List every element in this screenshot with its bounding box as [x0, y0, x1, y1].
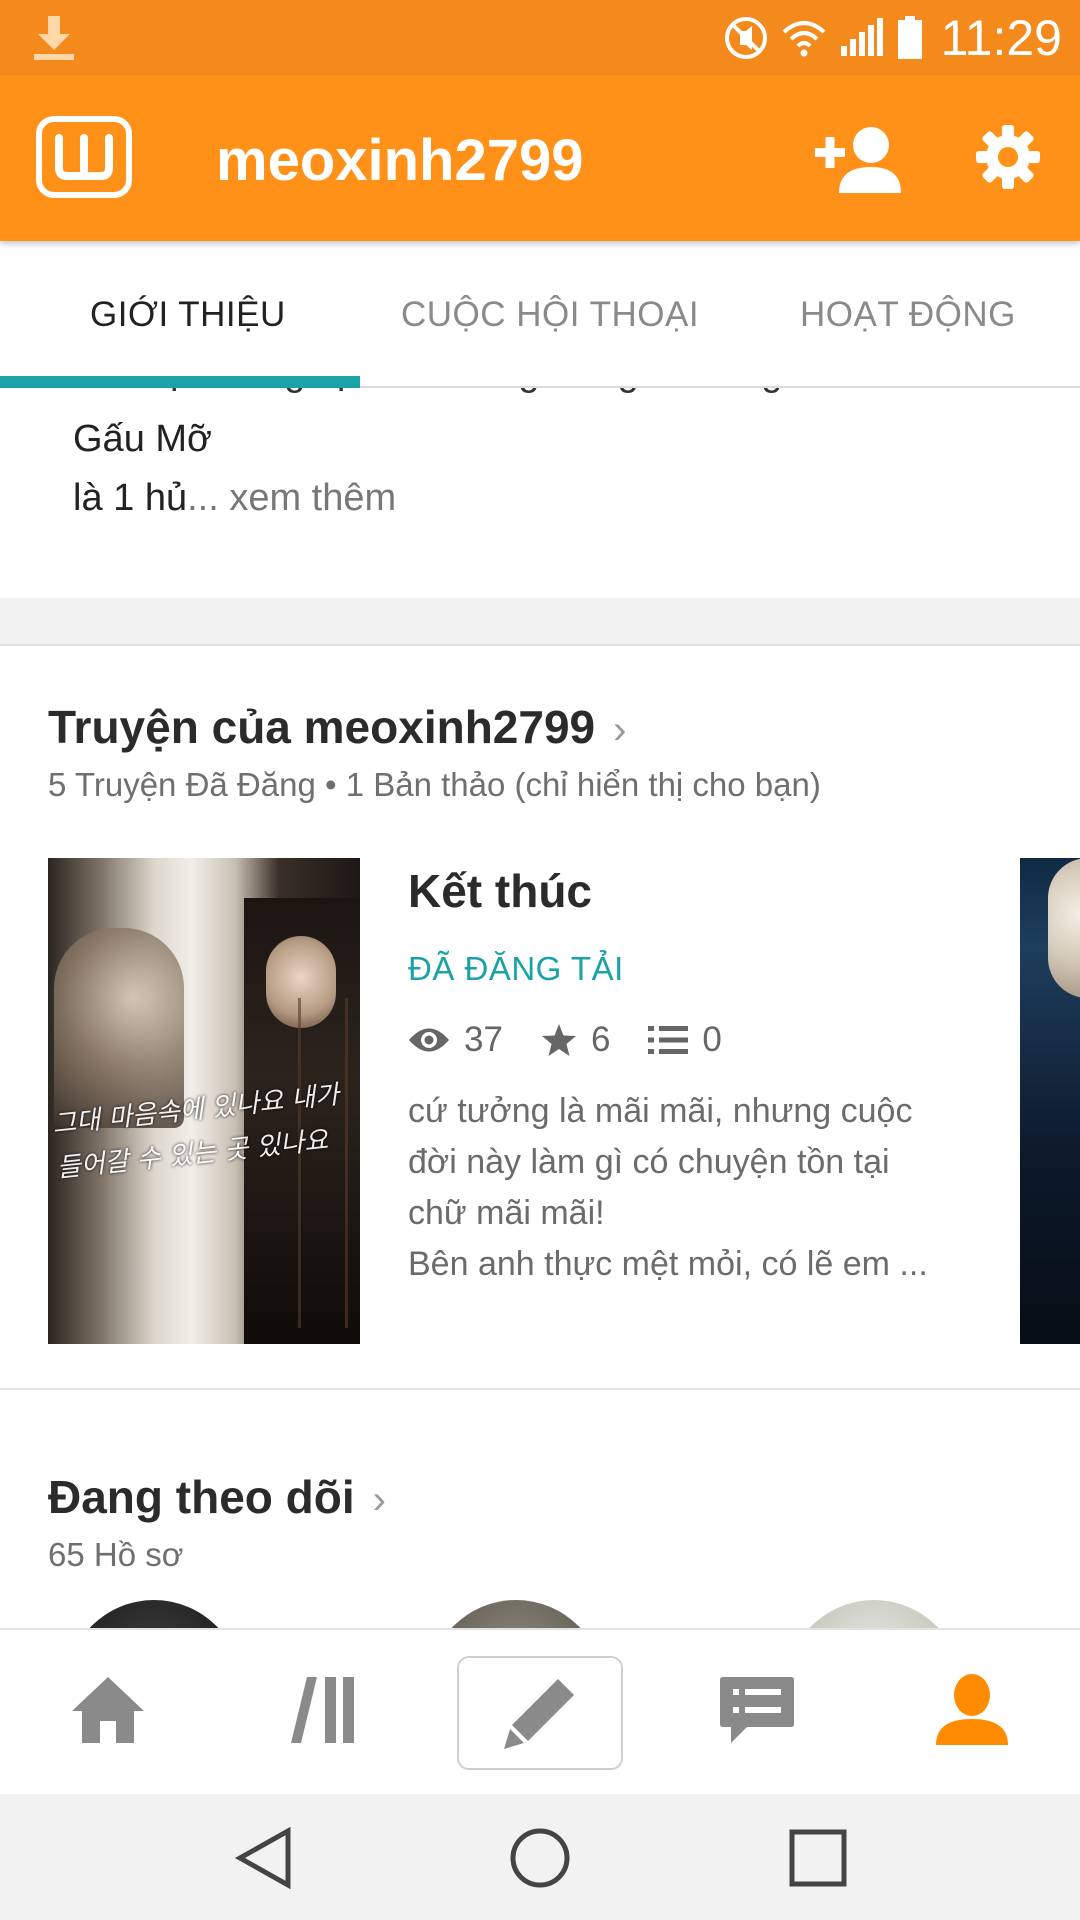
description-line: chữ mãi mãi! [408, 1194, 605, 1232]
tab-conversations[interactable]: CUỘC HỘI THOẠI [401, 295, 699, 335]
library-icon [291, 1677, 354, 1743]
parts-stat: 0 [648, 1020, 722, 1060]
back-triangle-icon [234, 1827, 291, 1889]
parts-count: 0 [702, 1020, 722, 1059]
story-description: cứ tưởng là mãi mãi, nhưng cuộc đời này … [408, 1086, 948, 1290]
cover-face [1048, 858, 1080, 998]
about-text-fragment: là 1 hủ [73, 477, 188, 519]
avatar[interactable] [428, 1600, 604, 1628]
recents-square-icon [789, 1829, 847, 1887]
wifi-icon [782, 21, 825, 57]
tab-about[interactable]: GIỚI THIỆU [90, 295, 286, 335]
profile-username: meoxinh2799 [216, 128, 584, 193]
recents-button[interactable] [780, 1820, 856, 1896]
following-title: Đang theo dõi [48, 1471, 355, 1523]
description-line: Bên anh thực mệt mỏi, có lẽ em ... [408, 1245, 928, 1283]
stories-section: Truyện của meoxinh2799 › 5 Truyện Đã Đăng… [0, 648, 1080, 1390]
story-stats: 37 6 0 [408, 1020, 760, 1060]
nav-write[interactable] [457, 1656, 623, 1770]
wattpad-logo[interactable] [36, 116, 132, 198]
mute-icon [724, 17, 767, 59]
reads-count: 37 [464, 1020, 503, 1059]
list-icon [648, 1026, 689, 1054]
home-icon [72, 1677, 144, 1743]
eye-icon [409, 1028, 449, 1052]
avatar[interactable] [66, 1600, 242, 1628]
back-button[interactable] [226, 1820, 302, 1896]
following-count: 65 Hồ sơ [48, 1536, 184, 1573]
profile-tabs: GIỚI THIỆU CUỘC HỘI THOẠI HOẠT ĐỘNG [0, 241, 1080, 388]
system-navigation [0, 1794, 1080, 1920]
pencil-icon [504, 1679, 574, 1749]
avatar[interactable] [786, 1600, 962, 1628]
story-status: ĐÃ ĐĂNG TẢI [408, 950, 624, 987]
about-section: thik đọc fic ngược tên Hồng Vàng và sủng… [0, 352, 1080, 598]
about-text-line: là 1 hủ... xem thêm [73, 477, 396, 520]
votes-count: 6 [590, 1020, 611, 1059]
story-cover[interactable]: 그대 마음속에 있나요 내가 들어갈 수 있는 곳 있나요 [48, 858, 360, 1344]
status-bar: 11:29 [0, 0, 1080, 75]
nav-home[interactable] [58, 1660, 158, 1760]
profile-icon [936, 1674, 1008, 1745]
stories-title: Truyện của meoxinh2799 [48, 701, 596, 753]
screen: 11:29 meoxinh2799 GIỚI THIỆU CUỘC HỘI TH… [0, 0, 1080, 1920]
votes-stat: 6 [541, 1020, 610, 1060]
tab-indicator [0, 376, 360, 388]
add-friend-icon[interactable] [815, 123, 901, 193]
bottom-navigation [0, 1628, 1080, 1794]
nav-messages[interactable] [707, 1660, 807, 1760]
about-text-line: Gấu Mỡ [73, 418, 212, 460]
section-divider [0, 598, 1080, 646]
nav-profile[interactable] [922, 1660, 1022, 1760]
see-more-link[interactable]: ... xem thêm [187, 477, 396, 519]
gear-icon[interactable] [976, 125, 1040, 189]
description-line: đời này làm gì có chuyện tồn tại [408, 1143, 890, 1181]
tab-activity[interactable]: HOẠT ĐỘNG [800, 295, 1016, 335]
battery-icon [897, 16, 922, 59]
clock: 11:29 [940, 10, 1062, 66]
app-bar: meoxinh2799 [0, 75, 1080, 241]
reads-stat: 37 [408, 1020, 503, 1060]
home-circle-icon [510, 1828, 570, 1888]
following-header[interactable]: Đang theo dõi › [48, 1470, 386, 1524]
logo-w-icon [55, 134, 113, 180]
description-line: cứ tưởng là mãi mãi, nhưng cuộc [408, 1092, 913, 1130]
star-icon [541, 1024, 576, 1056]
chevron-right-icon: › [372, 1478, 386, 1522]
following-section: Đang theo dõi › 65 Hồ sơ [0, 1392, 1080, 1628]
stories-header[interactable]: Truyện của meoxinh2799 › [48, 700, 626, 754]
story-title[interactable]: Kết thúc [408, 864, 592, 918]
chevron-right-icon: › [613, 708, 627, 752]
download-icon [34, 16, 74, 60]
next-story-cover[interactable] [1020, 858, 1080, 1344]
signal-icon [840, 18, 883, 56]
stories-subtitle: 5 Truyện Đã Đăng • 1 Bản thảo (chỉ hiển … [48, 766, 821, 803]
status-icons: 11:29 [723, 6, 1062, 70]
home-button[interactable] [502, 1820, 578, 1896]
nav-library[interactable] [274, 1660, 374, 1760]
messages-icon [720, 1677, 794, 1743]
